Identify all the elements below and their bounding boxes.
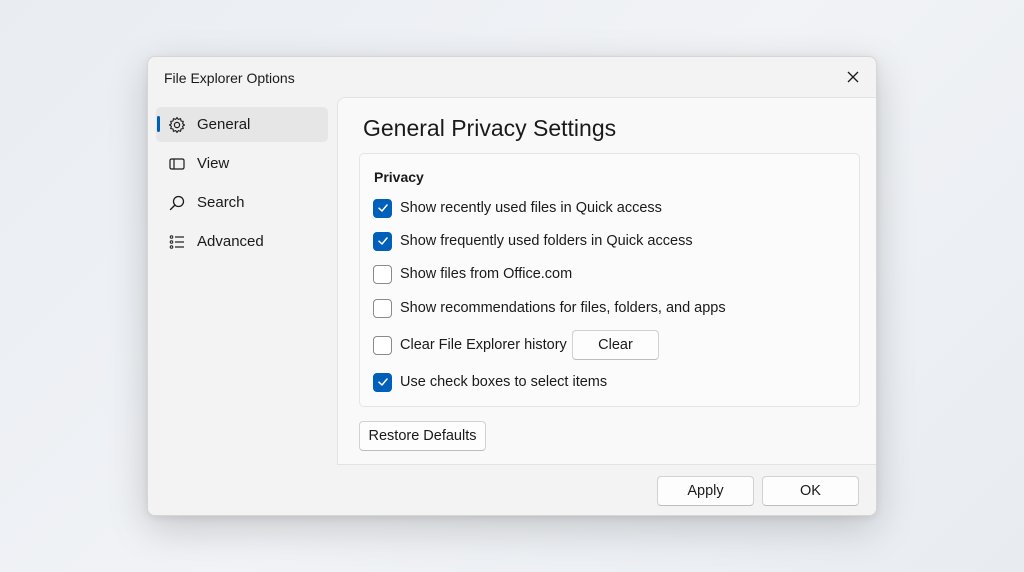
recent-files-checkbox[interactable] (373, 198, 392, 218)
sidebar: General View Search Advanced (156, 107, 328, 263)
page-title: General Privacy Settings (363, 115, 617, 141)
close-icon (847, 71, 859, 83)
title-bar: File Explorer Options (148, 57, 876, 97)
close-button[interactable] (838, 63, 868, 91)
checkmark-icon (377, 204, 388, 212)
dialog-footer: Apply OK (148, 465, 876, 515)
option-label: Show recommendations for files, folders,… (400, 300, 726, 316)
check-boxes-checkbox[interactable] (373, 372, 392, 392)
option-recent-files: Show recently used files in Quick access (373, 197, 662, 219)
privacy-card: Privacy Show recently used files in Quic… (359, 153, 860, 407)
option-recommendations: Show recommendations for files, folders,… (373, 297, 726, 319)
option-label: Show files from Office.com (400, 266, 573, 282)
office-files-checkbox[interactable] (373, 264, 392, 284)
restore-defaults-button[interactable]: Restore Defaults (359, 421, 486, 451)
option-clear-history: Clear File Explorer history (373, 334, 567, 356)
option-label: Show frequently used folders in Quick ac… (400, 233, 693, 249)
option-office-files: Show files from Office.com (373, 263, 572, 285)
checkmark-icon (377, 237, 388, 245)
sidebar-item-label: Advanced (197, 233, 264, 250)
search-icon (168, 194, 186, 212)
option-check-boxes: Use check boxes to select items (373, 371, 607, 393)
section-header: Privacy (374, 169, 424, 185)
file-explorer-options-dialog: File Explorer Options General View Searc… (147, 56, 877, 516)
sidebar-item-label: View (197, 155, 230, 172)
apply-button[interactable]: Apply (657, 476, 754, 506)
sidebar-item-search[interactable]: Search (156, 185, 328, 220)
content-pane: General Privacy Settings Privacy Show re… (337, 97, 876, 465)
clear-history-checkbox[interactable] (373, 335, 392, 355)
option-label: Use check boxes to select items (400, 374, 608, 390)
sidebar-item-label: Search (197, 194, 245, 211)
option-label: Show recently used files in Quick access (400, 200, 662, 216)
sidebar-item-advanced[interactable]: Advanced (156, 224, 328, 259)
recommendations-checkbox[interactable] (373, 298, 392, 318)
gear-icon (168, 116, 186, 134)
frequent-folders-checkbox[interactable] (373, 231, 392, 251)
clear-button[interactable]: Clear (572, 330, 659, 360)
sidebar-item-label: General (197, 116, 251, 133)
view-icon (168, 155, 186, 173)
list-icon (168, 233, 186, 251)
sidebar-item-general[interactable]: General (156, 107, 328, 142)
window-title: File Explorer Options (164, 70, 295, 86)
option-label: Clear File Explorer history (400, 337, 567, 353)
sidebar-item-view[interactable]: View (156, 146, 328, 181)
ok-button[interactable]: OK (762, 476, 859, 506)
option-frequent-folders: Show frequently used folders in Quick ac… (373, 230, 693, 252)
checkmark-icon (377, 378, 388, 386)
